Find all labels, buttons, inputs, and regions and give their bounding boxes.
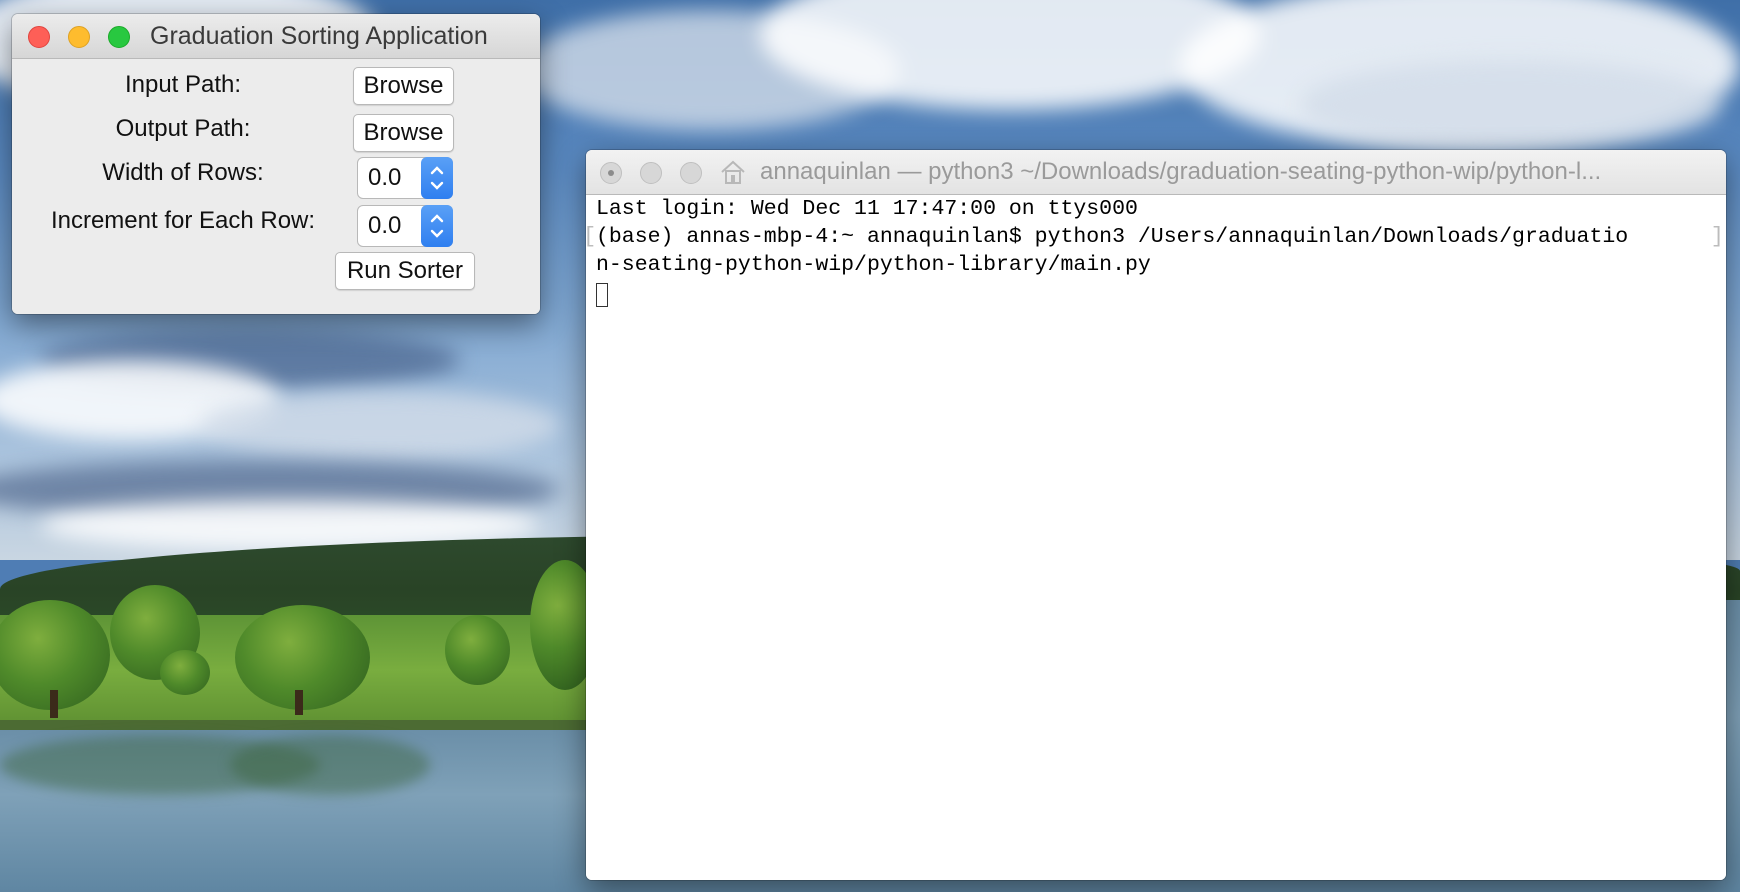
increment-value[interactable]: 0.0	[368, 206, 401, 246]
input-browse-button[interactable]: Browse	[353, 67, 454, 105]
minimize-button[interactable]	[68, 26, 90, 48]
width-of-rows-value[interactable]: 0.0	[368, 158, 401, 198]
zoom-button[interactable]	[108, 26, 130, 48]
stepper-arrows-icon[interactable]	[421, 205, 453, 247]
increment-stepper[interactable]: 0.0	[357, 205, 453, 247]
terminal-output[interactable]: Last login: Wed Dec 11 17:47:00 on ttys0…	[586, 195, 1726, 880]
zoom-button[interactable]	[680, 162, 702, 184]
home-icon	[720, 160, 746, 189]
terminal-line: n-seating-python-wip/python-library/main…	[596, 253, 1151, 277]
terminal-title: annaquinlan — python3 ~/Downloads/gradua…	[760, 158, 1602, 185]
output-browse-button[interactable]: Browse	[353, 114, 454, 152]
terminal-line: Last login: Wed Dec 11 17:47:00 on ttys0…	[596, 197, 1138, 221]
wrap-marker: ]	[1710, 224, 1724, 249]
input-path-label: Input Path:	[124, 71, 242, 98]
run-sorter-button[interactable]: Run Sorter	[335, 252, 475, 290]
output-path-label: Output Path:	[115, 115, 251, 142]
text-cursor	[596, 283, 608, 307]
grad-form: Input Path: Browse Output Path: Browse W…	[12, 59, 540, 314]
close-button[interactable]	[600, 162, 622, 184]
close-button[interactable]	[28, 26, 50, 48]
width-of-rows-label: Width of Rows:	[102, 159, 264, 186]
terminal-titlebar[interactable]: annaquinlan — python3 ~/Downloads/gradua…	[586, 150, 1726, 195]
terminal-line: (base) annas-mbp-4:~ annaquinlan$ python…	[596, 225, 1629, 249]
width-of-rows-stepper[interactable]: 0.0	[357, 157, 453, 199]
wrap-marker: [	[586, 223, 596, 251]
stepper-arrows-icon[interactable]	[421, 157, 453, 199]
minimize-button[interactable]	[640, 162, 662, 184]
increment-label: Increment for Each Row:	[50, 207, 316, 234]
grad-titlebar[interactable]: Graduation Sorting Application	[12, 14, 540, 59]
window-title: Graduation Sorting Application	[150, 22, 488, 50]
graduation-app-window: Graduation Sorting Application Input Pat…	[12, 14, 540, 314]
terminal-window: annaquinlan — python3 ~/Downloads/gradua…	[586, 150, 1726, 880]
